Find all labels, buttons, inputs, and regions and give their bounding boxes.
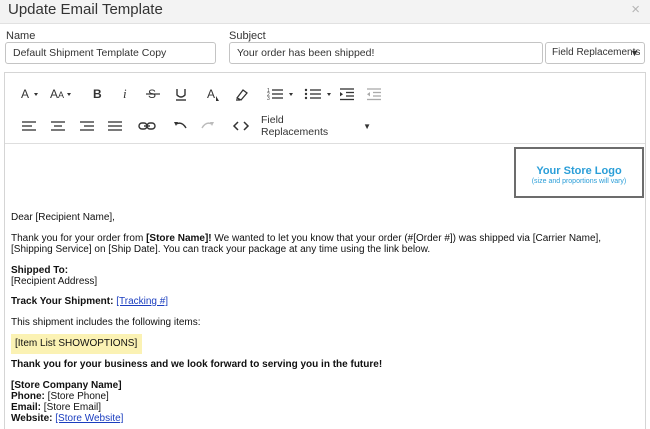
tracking-link[interactable]: [Tracking #]	[116, 296, 168, 307]
name-input[interactable]: Default Shipment Template Copy	[5, 42, 216, 64]
align-center-icon[interactable]	[48, 115, 68, 137]
phone-label: Phone:	[11, 391, 45, 402]
intro-text-1: Thank you for your order from	[11, 233, 147, 244]
caret-down-icon: ▼	[630, 48, 639, 58]
font-family-icon[interactable]: AA	[49, 83, 75, 105]
subject-input[interactable]: Your order has been shipped!	[229, 42, 543, 64]
field-replacements-dropdown-label: Field Replacements	[552, 47, 641, 58]
store-name: [Store Name]!	[146, 233, 212, 244]
intro-paragraph: Thank you for your order from [Store Nam…	[11, 233, 636, 255]
close-icon[interactable]: ×	[631, 1, 640, 18]
svg-text:A: A	[50, 87, 58, 101]
code-view-icon[interactable]	[229, 115, 253, 137]
font-color-icon[interactable]: A	[203, 83, 223, 105]
italic-icon[interactable]: i	[117, 83, 135, 105]
email-value: [Store Email]	[41, 402, 102, 413]
logo-title: Your Store Logo	[536, 165, 622, 177]
align-right-icon[interactable]	[77, 115, 97, 137]
toolbar-field-replacements-label: Field Replacements	[261, 114, 329, 138]
rich-text-editor[interactable]: A AA B i S A 123 Field Replacements ▼ Yo…	[4, 72, 646, 429]
name-label: Name	[6, 30, 36, 42]
tracking-line: Track Your Shipment: [Tracking #]	[11, 296, 636, 307]
toolbar-field-replacements-dropdown[interactable]: Field Replacements ▼	[261, 114, 371, 138]
greeting: Dear [Recipient Name],	[11, 212, 115, 223]
editor-toolbar: A AA B i S A 123 Field Replacements ▼	[5, 73, 645, 144]
window-title: Update Email Template	[8, 1, 163, 18]
indent-icon[interactable]	[337, 83, 357, 105]
outdent-icon[interactable]	[364, 83, 384, 105]
underline-icon[interactable]	[171, 83, 191, 105]
recipient-address: [Recipient Address]	[11, 276, 98, 287]
svg-text:A: A	[21, 87, 29, 101]
company-name: [Store Company Name]	[11, 380, 122, 391]
svg-text:3: 3	[267, 96, 270, 101]
highlight-icon[interactable]	[231, 83, 253, 105]
website-label: Website:	[11, 413, 53, 424]
store-logo-placeholder: Your Store Logo (size and proportions wi…	[514, 147, 644, 198]
phone-value: [Store Phone]	[44, 391, 109, 402]
redo-icon[interactable]	[197, 115, 219, 137]
subject-label: Subject	[229, 30, 266, 42]
items-intro: This shipment includes the following ite…	[11, 317, 201, 328]
item-list-text: [Item List SHOWOPTIONS]	[15, 338, 138, 349]
strikethrough-icon[interactable]: S	[143, 83, 163, 105]
email-label: Email:	[11, 402, 42, 413]
link-icon[interactable]	[135, 115, 159, 137]
title-bar: Update Email Template ×	[0, 0, 650, 24]
shipped-to-label: Shipped To:	[11, 265, 69, 276]
signature-block: [Store Company Name] Phone: [Store Phone…	[11, 380, 636, 424]
bold-icon[interactable]: B	[89, 83, 107, 105]
unordered-list-icon[interactable]	[303, 83, 335, 105]
align-left-icon[interactable]	[19, 115, 39, 137]
item-list-placeholder: [Item List SHOWOPTIONS]	[11, 334, 142, 354]
svg-text:B: B	[93, 87, 102, 101]
justify-icon[interactable]	[105, 115, 125, 137]
field-replacements-dropdown[interactable]: Field Replacements ▼	[545, 42, 645, 64]
logo-subtitle: (size and proportions will vary)	[531, 178, 627, 185]
track-label: Track Your Shipment:	[11, 296, 114, 307]
website-link[interactable]: [Store Website]	[55, 413, 123, 424]
font-size-icon[interactable]: A	[19, 83, 43, 105]
svg-text:i: i	[123, 87, 127, 101]
closing-line: Thank you for your business and we look …	[11, 359, 383, 370]
ordered-list-icon[interactable]: 123	[265, 83, 297, 105]
shipped-to-block: Shipped To: [Recipient Address]	[11, 265, 636, 287]
undo-icon[interactable]	[169, 115, 191, 137]
caret-down-icon: ▼	[363, 121, 371, 131]
svg-text:A: A	[58, 90, 64, 100]
svg-text:A: A	[207, 87, 215, 101]
